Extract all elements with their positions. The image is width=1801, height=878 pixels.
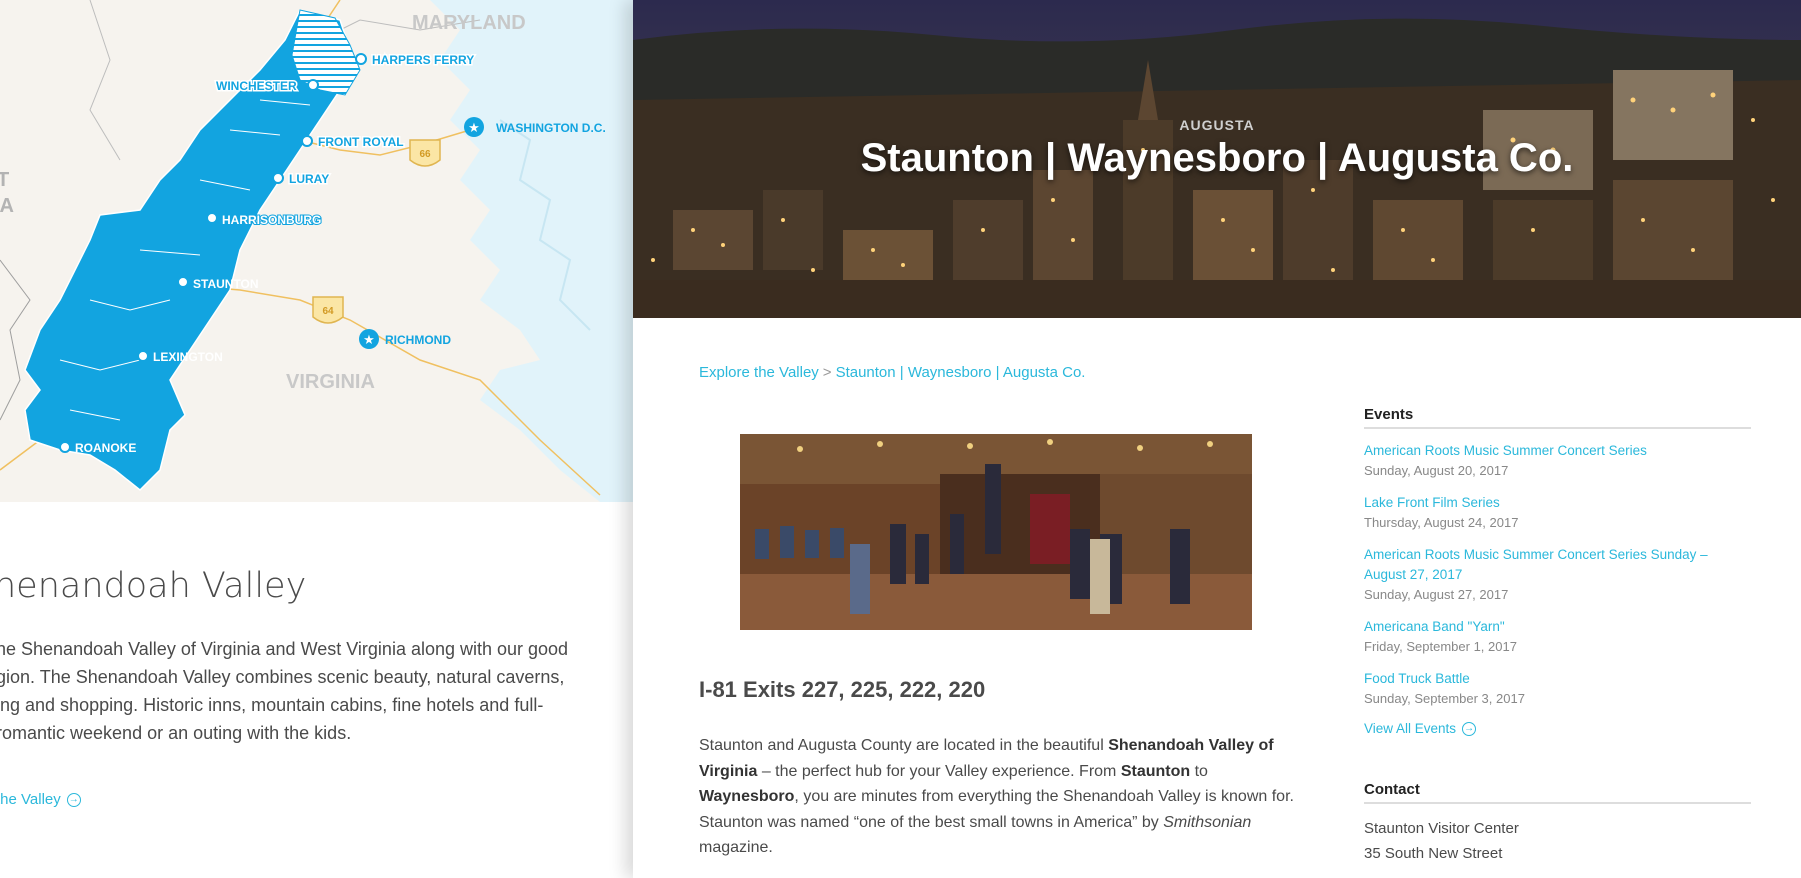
event-item: American Roots Music Summer Concert Seri…: [1364, 545, 1751, 605]
event-item: American Roots Music Summer Concert Seri…: [1364, 441, 1751, 481]
detail-panel: AUGUSTA Staunton | Waynesboro | Augusta …: [633, 0, 1801, 878]
breadcrumb-current-link[interactable]: Staunton | Waynesboro | Augusta Co.: [836, 364, 1086, 381]
intro-paragraph: Staunton and Augusta County are located …: [699, 737, 1294, 856]
svg-text:★: ★: [468, 121, 480, 136]
events-heading: Events: [1364, 406, 1751, 429]
map-label-lexington: LEXINGTON: [153, 350, 223, 364]
body-line: ing and shopping. Historic inns, mountai…: [0, 695, 544, 715]
i66-shield-label: 66: [419, 149, 431, 160]
event-item: Lake Front Film Series Thursday, August …: [1364, 493, 1751, 533]
contact-address: 35 South New Street: [1364, 845, 1503, 862]
region-map[interactable]: ★ ★ 66 64 MARYLAND VIRGINIA T IA HARPERS…: [0, 0, 633, 502]
map-label-harpers-ferry: HARPERS FERRY: [372, 53, 474, 67]
contact-heading: Contact: [1364, 781, 1751, 804]
i64-shield-label: 64: [322, 306, 334, 317]
map-label-harrisonburg: HARRISONBURG: [222, 213, 321, 227]
event-link[interactable]: Lake Front Film Series: [1364, 493, 1751, 513]
body-line: romantic weekend or an outing with the k…: [0, 723, 352, 743]
map-label-edge-ia: IA: [0, 195, 14, 217]
events-list: American Roots Music Summer Concert Seri…: [1364, 441, 1751, 736]
body-line: he Shenandoah Valley of Virginia and Wes…: [0, 639, 569, 659]
map-label-roanoke: ROANOKE: [75, 441, 136, 455]
arrow-right-circle-icon: →: [1462, 721, 1477, 736]
event-link[interactable]: American Roots Music Summer Concert Seri…: [1364, 545, 1751, 585]
explore-valley-link[interactable]: the Valley →: [0, 791, 81, 808]
section-body: he Shenandoah Valley of Virginia and Wes…: [0, 635, 596, 747]
map-label-staunton: STAUNTON: [193, 277, 259, 291]
left-panel: ★ ★ 66 64 MARYLAND VIRGINIA T IA HARPERS…: [0, 0, 633, 878]
arrow-right-circle-icon: →: [66, 792, 81, 807]
map-label-luray: LURAY: [289, 172, 329, 186]
event-item: Food Truck Battle Sunday, September 3, 2…: [1364, 669, 1751, 709]
hero-kicker: AUGUSTA: [1179, 117, 1255, 133]
breadcrumb: Explore the Valley > Staunton | Waynesboro…: [699, 364, 1085, 381]
map-label-washington: WASHINGTON D.C.: [496, 121, 606, 135]
map-label-edge-t: T: [0, 169, 9, 191]
event-date: Sunday, September 3, 2017: [1364, 691, 1525, 706]
event-date: Friday, September 1, 2017: [1364, 639, 1517, 654]
sidebar: Events American Roots Music Summer Conce…: [1364, 406, 1751, 862]
breadcrumb-separator: >: [822, 364, 832, 381]
view-all-events-link[interactable]: View All Events →: [1364, 721, 1751, 736]
map-label-winchester: WINCHESTER: [216, 79, 297, 93]
map-label-richmond: RICHMOND: [385, 333, 451, 347]
exits-heading: I-81 Exits 227, 225, 222, 220: [699, 677, 986, 702]
event-link[interactable]: American Roots Music Summer Concert Seri…: [1364, 441, 1751, 461]
event-item: Americana Band "Yarn" Friday, September …: [1364, 617, 1751, 657]
view-all-events-label: View All Events: [1364, 721, 1457, 736]
svg-text:★: ★: [363, 333, 375, 348]
event-link[interactable]: Americana Band "Yarn": [1364, 617, 1751, 637]
hero-banner: AUGUSTA Staunton | Waynesboro | Augusta …: [633, 0, 1801, 318]
contact-name: Staunton Visitor Center: [1364, 820, 1519, 837]
event-date: Sunday, August 27, 2017: [1364, 587, 1509, 602]
map-label-maryland: MARYLAND: [412, 12, 526, 34]
breadcrumb-home-link[interactable]: Explore the Valley: [699, 364, 819, 381]
body-line: gion. The Shenandoah Valley combines sce…: [0, 667, 565, 687]
event-date: Thursday, August 24, 2017: [1364, 515, 1519, 530]
explore-valley-link-label: the Valley: [0, 791, 61, 808]
event-date: Sunday, August 20, 2017: [1364, 463, 1509, 478]
section-title: henandoah Valley: [0, 566, 307, 606]
map-label-front-royal: FRONT ROYAL: [318, 135, 404, 149]
map-label-virginia: VIRGINIA: [286, 371, 375, 393]
theater-photo: [740, 434, 1252, 630]
page-title: Staunton | Waynesboro | Augusta Co.: [860, 136, 1574, 180]
event-link[interactable]: Food Truck Battle: [1364, 669, 1751, 689]
contact-section: Contact Staunton Visitor Center 35 South…: [1364, 781, 1751, 862]
